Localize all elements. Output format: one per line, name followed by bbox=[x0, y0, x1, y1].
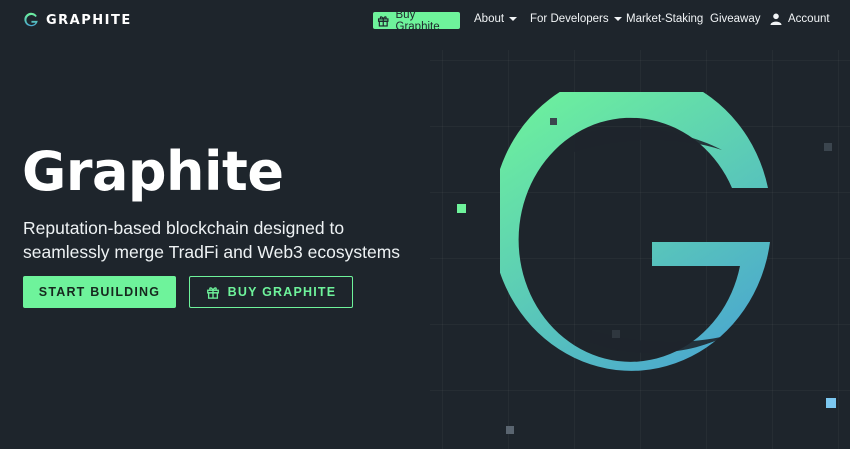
start-building-label: START BUILDING bbox=[38, 285, 161, 299]
nav-market-staking[interactable]: Market-Staking bbox=[626, 13, 703, 25]
nav-about[interactable]: About bbox=[474, 13, 518, 25]
start-building-button[interactable]: START BUILDING bbox=[23, 276, 176, 308]
top-navbar: GRAPHITE Buy Graphite About For Develope… bbox=[0, 0, 850, 40]
buy-graphite-button[interactable]: BUY GRAPHITE bbox=[189, 276, 353, 308]
decor-square bbox=[550, 118, 557, 125]
graphite-g-emblem-icon bbox=[500, 92, 770, 371]
nav-for-developers-label: For Developers bbox=[530, 13, 609, 25]
buy-graphite-nav-button[interactable]: Buy Graphite bbox=[373, 9, 460, 33]
nav-giveaway[interactable]: Giveaway bbox=[710, 13, 761, 25]
decor-square bbox=[824, 143, 832, 151]
chevron-down-icon bbox=[509, 17, 518, 21]
decor-square bbox=[612, 330, 620, 338]
brand-logo[interactable]: GRAPHITE bbox=[22, 11, 132, 29]
buy-graphite-cta-label: BUY GRAPHITE bbox=[227, 285, 337, 299]
decor-square bbox=[826, 398, 836, 408]
hero-subtitle: Reputation-based blockchain designed to … bbox=[23, 218, 401, 262]
nav-giveaway-label: Giveaway bbox=[710, 13, 761, 25]
buy-graphite-label: Buy Graphite bbox=[395, 8, 440, 33]
gift-icon bbox=[206, 287, 219, 299]
nav-market-staking-label: Market-Staking bbox=[626, 13, 704, 25]
user-icon bbox=[770, 13, 782, 25]
brand-name: GRAPHITE bbox=[46, 12, 132, 28]
hero-title: Graphite bbox=[22, 140, 284, 203]
graphite-g-logo-icon bbox=[24, 12, 38, 27]
nav-for-developers[interactable]: For Developers bbox=[530, 13, 622, 25]
nav-about-label: About bbox=[474, 13, 505, 25]
decor-square bbox=[457, 204, 466, 213]
nav-account-label: Account bbox=[788, 13, 830, 25]
nav-account[interactable]: Account bbox=[770, 13, 830, 25]
gift-icon bbox=[377, 16, 389, 27]
decor-square bbox=[506, 426, 514, 434]
chevron-down-icon bbox=[613, 17, 622, 21]
